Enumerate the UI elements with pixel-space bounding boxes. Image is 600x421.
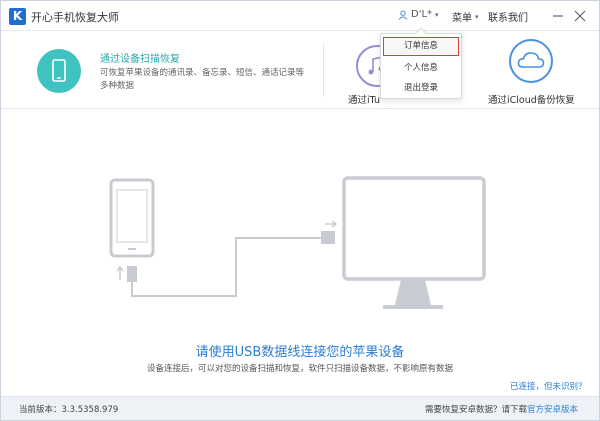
menu-item-order-info[interactable]: 订单信息 [383,37,459,56]
user-icon [398,10,408,20]
itunes-mode-title[interactable]: 通过iTu [348,92,380,106]
version-label: 当前版本：3.3.5358.979 [19,405,119,415]
icloud-mode-title[interactable]: 通过iCloud备份恢复 [488,92,575,106]
android-download-text: 需要恢复安卓数据？请下载官方安卓版本 [425,403,578,415]
cloud-icon[interactable] [509,39,553,83]
user-menu[interactable]: D'L* ▾ [398,9,439,20]
user-name: D'L* [411,9,433,20]
usb-connector-icon [321,220,338,244]
chevron-down-icon: ▾ [435,10,439,19]
connect-instruction-description: 设备连接后，可以对您的设备扫描和恢复，软件只扫描设备数据，不影响原有数据 [146,364,453,374]
device-scan-mode-title[interactable]: 通过设备扫描恢复 [100,50,180,65]
recovery-mode-bar: 通过设备扫描恢复 可恢复苹果设备的通讯录、备忘录、短信、通话记录等多种数据 通过… [1,31,599,109]
divider [323,43,324,97]
menu-item-logout[interactable]: 退出登录 [381,78,461,98]
close-icon [574,10,586,22]
menu-label: 菜单 [452,13,472,24]
connected-not-recognized-link[interactable]: 已连接，但未识别？ [510,380,587,392]
usb-plug-icon [116,265,137,282]
close-button[interactable] [572,8,588,24]
usb-connection-illustration [109,176,486,309]
android-download-link[interactable]: 官方安卓版本 [527,405,578,415]
menu-item-personal-info[interactable]: 个人信息 [381,58,461,78]
chevron-down-icon: ▾ [475,12,479,21]
app-window: K 开心手机恢复大师 D'L* ▾ 菜单 ▾ 联系我们 通过设备扫描恢复 可恢复… [0,0,600,421]
android-prefix: 需要恢复安卓数据？请下载 [425,405,528,415]
connect-instruction-title: 请使用USB数据线连接您的苹果设备 [195,345,405,360]
contact-us-link[interactable]: 联系我们 [488,9,528,24]
phone-icon[interactable] [37,49,81,93]
phone-outline-icon [109,178,155,258]
device-scan-mode-description: 可恢复苹果设备的通讯录、备忘录、短信、通话记录等多种数据 [100,68,305,91]
minimize-button[interactable] [550,8,566,24]
status-bar: 当前版本：3.3.5358.979 需要恢复安卓数据？请下载官方安卓版本 [1,396,599,420]
app-title: 开心手机恢复大师 [31,11,119,24]
menu-button[interactable]: 菜单 ▾ [452,9,479,25]
user-dropdown-menu: 订单信息 个人信息 退出登录 [380,27,462,99]
title-bar: K 开心手机恢复大师 D'L* ▾ 菜单 ▾ 联系我们 [1,1,599,31]
monitor-icon [342,176,486,309]
app-logo: K [9,8,26,25]
main-content: 请使用USB数据线连接您的苹果设备 设备连接后，可以对您的设备扫描和恢复，软件只… [1,110,599,392]
